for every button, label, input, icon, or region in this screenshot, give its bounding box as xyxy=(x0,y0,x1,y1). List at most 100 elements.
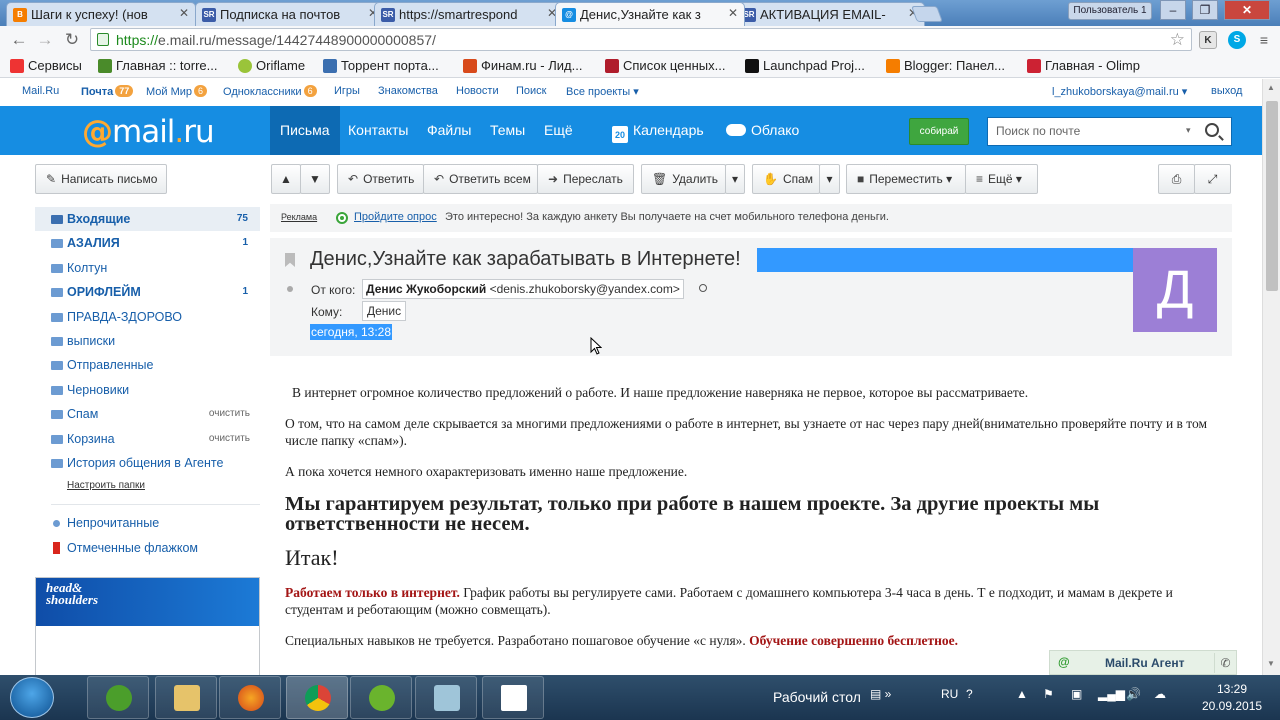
nav-contacts[interactable]: Контакты xyxy=(338,106,418,155)
print-button[interactable]: ⎙ xyxy=(1158,164,1195,194)
survey-link[interactable]: Пройдите опрос xyxy=(354,211,437,223)
flag-tray-icon[interactable]: ⚑ xyxy=(1043,687,1054,701)
nav-files[interactable]: Файлы xyxy=(417,106,481,155)
portal-link-ok[interactable]: Одноклассники 6 xyxy=(223,85,317,98)
browser-tab[interactable]: SR АКТИВАЦИЯ EMAIL- ✕ xyxy=(735,2,925,26)
bookmark-item[interactable]: Launchpad Proj... xyxy=(745,58,865,73)
collect-button[interactable]: собирай xyxy=(909,118,969,145)
nav-more[interactable]: Ещё xyxy=(534,106,583,155)
cloud-tray-icon[interactable]: ☁ xyxy=(1154,687,1166,701)
portal-link-all-projects[interactable]: Все проекты ▾ xyxy=(566,85,639,98)
scroll-down-icon[interactable]: ▼ xyxy=(1267,659,1275,668)
folder-vypiski[interactable]: выписки xyxy=(35,329,260,353)
taskbar-app[interactable] xyxy=(155,676,217,719)
reply-button[interactable]: ↶ Ответить xyxy=(337,164,424,194)
flag-icon[interactable] xyxy=(285,253,295,267)
close-icon[interactable]: ✕ xyxy=(179,6,189,20)
phone-icon[interactable]: ✆ xyxy=(1214,653,1236,673)
close-icon[interactable]: ✕ xyxy=(728,6,738,20)
maximize-button[interactable]: ❐ xyxy=(1192,0,1218,20)
sender-chip[interactable]: Денис Жукоборский <denis.zhukoborsky@yan… xyxy=(362,279,684,299)
expand-button[interactable]: ⤢ xyxy=(1194,164,1231,194)
recipient-chip[interactable]: Денис xyxy=(362,301,407,321)
nav-letters[interactable]: Письма xyxy=(270,106,340,155)
clear-trash-link[interactable]: очистить xyxy=(209,427,250,451)
taskbar-app[interactable] xyxy=(219,676,281,719)
folder-inbox[interactable]: Входящие 75 xyxy=(35,207,260,232)
bookmark-item[interactable]: Главная :: torre... xyxy=(98,58,218,73)
bookmark-item[interactable]: Торрент порта... xyxy=(323,58,439,73)
taskbar-app[interactable] xyxy=(87,676,149,719)
portal-link-mail[interactable]: Почта 77 xyxy=(81,85,134,98)
user-email-menu[interactable]: l_zhukoborskaya@mail.ru ▾ xyxy=(1052,85,1187,98)
bookmark-star-icon[interactable]: ☆ xyxy=(1170,30,1185,50)
clear-spam-link[interactable]: очистить xyxy=(209,402,250,426)
folder-sent[interactable]: Отправленные xyxy=(35,353,260,377)
forward-button[interactable]: ➜ Переслать xyxy=(537,164,634,194)
window-close-button[interactable]: ✕ xyxy=(1224,0,1270,20)
folder-oriflame[interactable]: ОРИФЛЕЙМ 1 xyxy=(35,280,260,304)
desktop-folder-icon[interactable]: ▤ » xyxy=(870,687,891,701)
filter-flagged[interactable]: Отмеченные флажком xyxy=(35,536,260,560)
folder-drafts[interactable]: Черновики xyxy=(35,378,260,402)
address-bar[interactable]: https://e.mail.ru/message/14427448900000… xyxy=(90,28,1192,51)
chevron-down-icon[interactable]: ▾ xyxy=(1186,125,1191,136)
sidebar-ad[interactable]: head& shoulders xyxy=(35,577,260,677)
scroll-up-icon[interactable]: ▲ xyxy=(1267,83,1275,92)
help-icon[interactable]: ? xyxy=(966,687,973,701)
new-tab-button[interactable] xyxy=(911,6,943,22)
minimize-button[interactable]: – xyxy=(1160,0,1186,20)
search-icon[interactable] xyxy=(1205,123,1219,137)
folder-agent-history[interactable]: История общения в Агенте xyxy=(35,451,260,475)
spam-dropdown[interactable]: ▾ xyxy=(819,164,840,194)
portal-link-games[interactable]: Игры xyxy=(334,85,360,97)
bookmark-item[interactable]: Blogger: Панел... xyxy=(886,58,1005,73)
folder-azaliya[interactable]: АЗАЛИЯ 1 xyxy=(35,231,260,255)
desktop-toolbar-label[interactable]: Рабочий стол xyxy=(773,689,861,705)
sender-avatar[interactable]: Д xyxy=(1133,248,1217,332)
taskbar-app-active[interactable] xyxy=(286,676,348,719)
k-extension-icon[interactable]: K xyxy=(1199,31,1217,49)
delete-dropdown[interactable]: ▾ xyxy=(725,164,745,194)
tray-expand-icon[interactable]: ▲ xyxy=(1016,687,1028,701)
taskbar-app[interactable] xyxy=(415,676,477,719)
browser-tab[interactable]: SR Подписка на почтов ✕ xyxy=(195,2,385,26)
search-sender-icon[interactable] xyxy=(699,284,707,292)
profile-badge[interactable]: Пользователь 1 xyxy=(1068,2,1152,20)
device-tray-icon[interactable]: ▣ xyxy=(1071,687,1082,701)
network-signal-icon[interactable]: ▂▄▆ xyxy=(1098,687,1125,701)
mailru-logo[interactable]: @mail.ru xyxy=(82,114,215,150)
configure-folders-link[interactable]: Настроить папки xyxy=(35,476,260,496)
prev-message-button[interactable]: ▲ xyxy=(271,164,301,194)
scrollbar-thumb[interactable] xyxy=(1266,101,1278,291)
skype-icon[interactable]: S xyxy=(1228,31,1246,49)
next-message-button[interactable]: ▼ xyxy=(300,164,330,194)
taskbar-app[interactable] xyxy=(350,676,412,719)
read-status-icon[interactable] xyxy=(287,286,293,292)
browser-tab-active[interactable]: @ Денис,Узнайте как з ✕ xyxy=(555,2,745,26)
bookmark-item[interactable]: Главная - Olimp xyxy=(1027,58,1140,73)
page-scrollbar[interactable]: ▲ ▼ xyxy=(1262,79,1280,675)
folder-koltun[interactable]: Колтун xyxy=(35,256,260,280)
nav-cloud[interactable]: Облако xyxy=(716,106,809,155)
back-arrow-icon[interactable]: ← xyxy=(8,30,30,50)
windows-start-icon[interactable] xyxy=(10,677,54,718)
bookmark-item[interactable]: Oriflame xyxy=(238,58,305,73)
browser-tab[interactable]: SR https://smartrespond ✕ xyxy=(374,2,564,26)
nav-calendar[interactable]: 20 Календарь xyxy=(602,106,714,155)
reload-icon[interactable]: ↻ xyxy=(61,30,83,50)
portal-link-search[interactable]: Поиск xyxy=(516,85,546,97)
system-clock[interactable]: 13:29 20.09.2015 xyxy=(1202,681,1262,715)
portal-link-mymir[interactable]: Мой Мир 6 xyxy=(146,85,208,98)
folder-spam[interactable]: Спам очистить xyxy=(35,402,260,426)
reply-all-button[interactable]: ↶ Ответить всем xyxy=(423,164,538,194)
bookmark-item[interactable]: Список ценных... xyxy=(605,58,725,73)
folder-pravda-zdorovo[interactable]: ПРАВДА-ЗДОРОВО xyxy=(35,305,260,329)
language-indicator[interactable]: RU xyxy=(941,687,958,701)
taskbar-app[interactable] xyxy=(482,676,544,719)
mailru-agent-bar[interactable]: @ Mail.Ru Агент ✆ xyxy=(1049,650,1237,675)
logout-link[interactable]: выход xyxy=(1211,85,1242,97)
forward-arrow-icon[interactable]: → xyxy=(34,30,56,50)
browser-tab[interactable]: B Шаги к успеху! (нов ✕ xyxy=(6,2,196,26)
ad-label[interactable]: Реклама xyxy=(281,212,317,222)
